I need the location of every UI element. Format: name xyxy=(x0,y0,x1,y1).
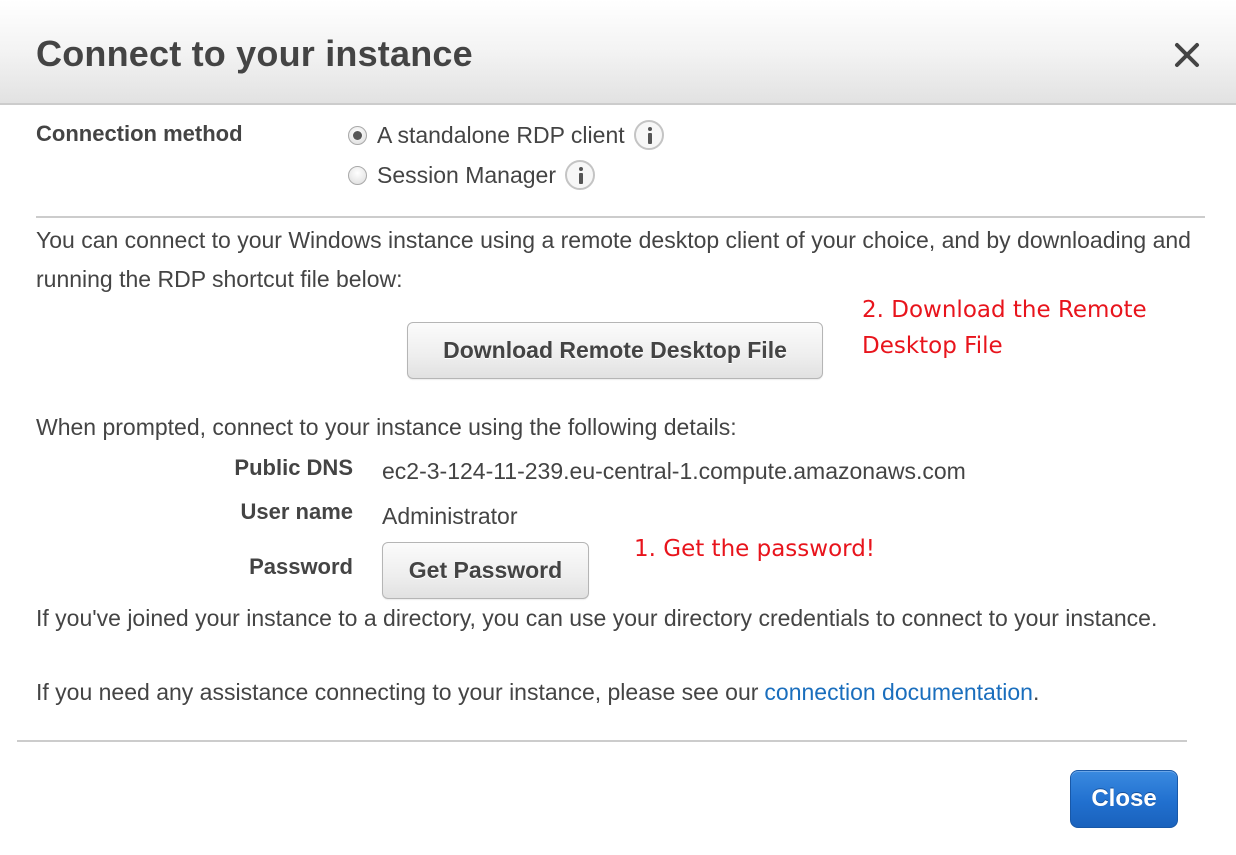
assistance-text-body: If you need any assistance connecting to… xyxy=(36,679,759,705)
prompted-text: When prompted, connect to your instance … xyxy=(36,414,737,440)
radio-option-rdp-client[interactable]: A standalone RDP client xyxy=(348,120,664,150)
annotation-step-2: 2. Download the Remote Desktop File xyxy=(862,297,1147,359)
get-password-button[interactable]: Get Password xyxy=(382,542,589,599)
public-dns-value: ec2-3-124-11-239.eu-central-1.compute.am… xyxy=(382,458,966,484)
connect-instance-dialog: Connect to your instance Connection meth… xyxy=(0,0,1236,855)
footer-divider xyxy=(17,740,1187,742)
radio-button-rdp-client[interactable] xyxy=(348,125,367,145)
connection-documentation-link[interactable]: connection documentation xyxy=(764,679,1033,705)
user-name-value: Administrator xyxy=(382,503,518,529)
public-dns-label: Public DNS xyxy=(234,455,353,480)
assistance-suffix: . xyxy=(1032,679,1040,705)
intro-text: You can connect to your Windows instance… xyxy=(36,227,1191,292)
user-name-label: User name xyxy=(240,499,353,524)
radio-label-session-manager[interactable]: Session Manager xyxy=(377,162,556,189)
connection-method-label: Connection method xyxy=(36,121,243,146)
info-icon[interactable] xyxy=(633,120,664,150)
close-x-icon[interactable] xyxy=(1172,40,1202,70)
radio-label-rdp-client[interactable]: A standalone RDP client xyxy=(377,122,625,149)
annotation-step-1: 1. Get the password! xyxy=(634,536,876,562)
assistance-text: If you need any assistance connecting to… xyxy=(36,673,1206,712)
dialog-title: Connect to your instance xyxy=(36,33,473,74)
info-icon[interactable] xyxy=(565,160,595,190)
dialog-header: Connect to your instance xyxy=(0,0,1236,105)
directory-text: If you've joined your instance to a dire… xyxy=(36,605,1158,631)
download-remote-desktop-file-button[interactable]: Download Remote Desktop File xyxy=(407,322,823,379)
close-button[interactable]: Close xyxy=(1070,770,1178,828)
divider xyxy=(36,216,1205,218)
radio-button-session-manager[interactable] xyxy=(348,165,367,185)
password-label: Password xyxy=(249,554,353,579)
radio-option-session-manager[interactable]: Session Manager xyxy=(348,160,595,190)
